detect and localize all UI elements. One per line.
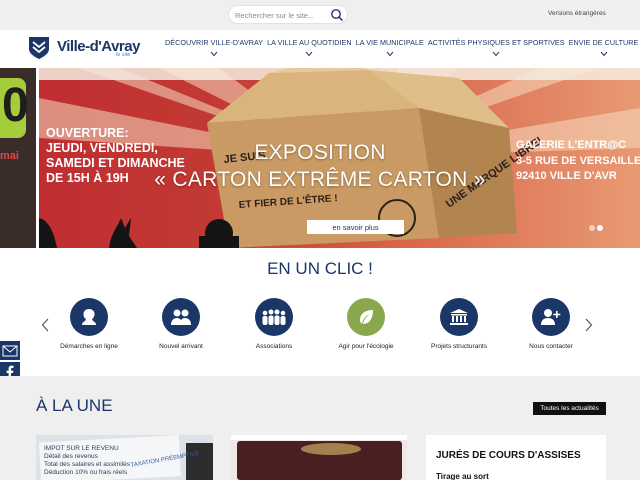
newsletter-icon <box>2 345 18 356</box>
nav-item-culture[interactable]: ENVIE DE CULTURE <box>567 30 640 68</box>
search-box <box>228 5 348 24</box>
shortcut-label: Nous contacter <box>529 343 573 350</box>
shortcut-projets[interactable]: Projets structurants <box>409 298 509 350</box>
quick-links-title: EN UN CLIC ! <box>267 259 373 278</box>
shortcut-nouvel-arrivant[interactable]: Nouvel arrivant <box>131 298 231 350</box>
nav-label: DÉCOUVRIR VILLE-D'AVRAY <box>165 38 264 47</box>
all-news-button[interactable]: Toutes les actualités <box>533 402 606 415</box>
shortcut-contact[interactable]: Nous contacter <box>501 298 601 350</box>
chevron-down-icon <box>600 51 607 57</box>
nav-item-decouvrir[interactable]: DÉCOUVRIR VILLE-D'AVRAY <box>163 30 265 68</box>
shortcut-label: Agir pour l'écologie <box>338 343 394 350</box>
shortcut-circle <box>347 298 385 336</box>
news-card-subtitle: Tirage au sort <box>436 472 489 480</box>
nav-item-quotidien[interactable]: LA VILLE AU QUOTIDIEN <box>265 30 354 68</box>
news-card-title: JURÉS DE COURS D'ASSISES <box>436 450 581 461</box>
shortcut-circle <box>440 298 478 336</box>
site-logo-subtext: le site <box>116 52 131 58</box>
nav-item-activites[interactable]: ACTIVITÉS PHYSIQUES ET SPORTIVES <box>426 30 567 68</box>
news-card-passport[interactable] <box>231 435 407 480</box>
opening-line: OUVERTURE: <box>46 126 129 140</box>
shortcut-label: Projets structurants <box>431 343 487 350</box>
tax-form-text: IMPOT SUR LE REVENU Détail des revenus T… <box>44 445 130 477</box>
main-nav: DÉCOUVRIR VILLE-D'AVRAY LA VILLE AU QUOT… <box>163 30 640 68</box>
shortcut-label: Associations <box>255 343 293 350</box>
chevron-down-icon <box>305 51 313 57</box>
chevron-down-icon <box>386 51 394 57</box>
shortcut-circle <box>70 298 108 336</box>
news-card-jures[interactable]: JURÉS DE COURS D'ASSISES Tirage au sort <box>426 435 606 480</box>
leaf-icon <box>360 310 373 324</box>
hero-title-line-2: « CARTON EXTRÊME CARTON » <box>154 168 486 191</box>
group-icon <box>262 309 286 325</box>
page: Versions étrangères Ville-d'Avray le sit… <box>0 0 640 480</box>
tax-form-line: Détail des revenus <box>44 453 98 460</box>
nav-label: LA VIE MUNICIPALE <box>355 38 424 47</box>
header: Ville-d'Avray le site DÉCOUVRIR VILLE-D'… <box>0 30 640 68</box>
shortcut-demarches[interactable]: Démarches en ligne <box>39 298 139 350</box>
top-bar: Versions étrangères <box>0 0 640 30</box>
chevron-down-icon <box>492 51 500 57</box>
nav-item-vie-municipale[interactable]: LA VIE MUNICIPALE <box>354 30 426 68</box>
add-contact-icon <box>541 309 561 325</box>
search-input[interactable] <box>235 8 327 22</box>
nav-label: ACTIVITÉS PHYSIQUES ET SPORTIVES <box>427 38 565 47</box>
carousel-dot-active[interactable] <box>597 225 603 231</box>
carousel-dot[interactable] <box>589 225 595 231</box>
tax-form-line: Total des salaires et assimilés <box>44 461 130 468</box>
shortcut-ecologie[interactable]: Agir pour l'écologie <box>316 298 416 350</box>
chevron-down-icon <box>210 51 218 57</box>
news-card-tax[interactable]: TAXATION PRÉEMPTIVE IMPOT SUR LE REVENU … <box>36 435 213 480</box>
nav-label: LA VILLE AU QUOTIDIEN <box>267 38 352 47</box>
newsletter-link[interactable] <box>0 341 20 360</box>
news-section-title: À LA UNE <box>36 396 113 415</box>
shortcut-circle <box>255 298 293 336</box>
hero-title-line-1: EXPOSITION <box>254 141 386 164</box>
hero-carousel: 0 mai JE SUIS ET FIER DE L'ÊTRE ! UNE MA… <box>0 68 640 248</box>
slide-peek-number: 0 <box>2 79 29 132</box>
building-icon <box>450 309 468 325</box>
shortcut-associations[interactable]: Associations <box>224 298 324 350</box>
shortcut-circle <box>162 298 200 336</box>
shortcut-circle <box>532 298 570 336</box>
shortcut-label: Démarches en ligne <box>60 343 118 350</box>
learn-more-button[interactable]: en savoir plus <box>307 220 404 234</box>
city-crest-icon[interactable] <box>28 36 50 60</box>
nav-label: ENVIE DE CULTURE <box>568 38 639 47</box>
shortcut-label: Nouvel arrivant <box>159 343 203 350</box>
tax-form-line: Déduction 10% ou frais réels <box>44 469 128 476</box>
tax-form-line: IMPOT SUR LE REVENU <box>44 445 119 452</box>
search-icon[interactable] <box>330 8 344 22</box>
passport-image <box>231 435 407 480</box>
users-icon <box>171 309 191 325</box>
person-profile-icon <box>82 309 96 325</box>
foreign-versions-link[interactable]: Versions étrangères <box>548 10 606 17</box>
